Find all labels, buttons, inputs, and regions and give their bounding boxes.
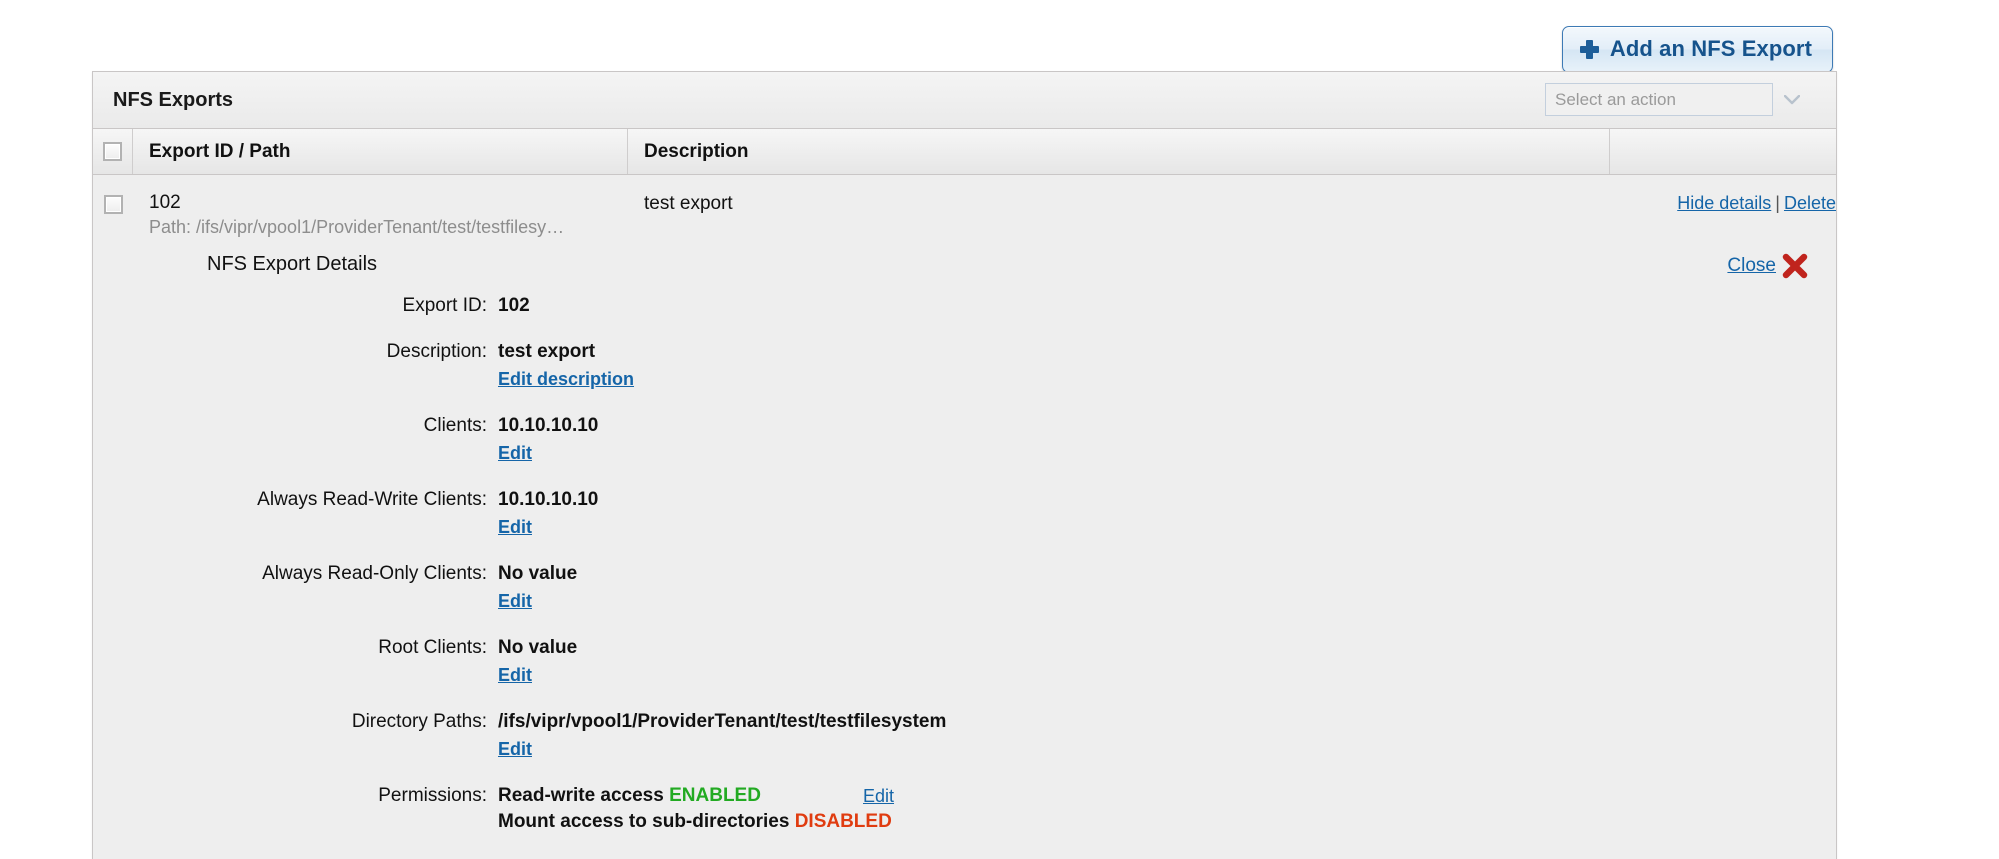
field-label: Description:	[386, 341, 487, 362]
field-permissions: Permissions: Read-write access ENABLED M…	[93, 783, 1836, 835]
field-value-wrap: No value Edit	[498, 561, 1836, 615]
field-value-wrap: 10.10.10.10 Edit	[498, 487, 1836, 541]
field-value: No value	[498, 563, 578, 584]
field-label: Permissions:	[378, 785, 487, 806]
field-label: Always Read-Write Clients:	[257, 489, 487, 510]
permission-read-write: Read-write access ENABLED	[498, 783, 1836, 809]
edit-always-read-only-clients-link[interactable]: Edit	[498, 591, 532, 611]
field-value-wrap: Using custom value of: User : Map root u…	[498, 855, 1836, 859]
column-header-actions	[1610, 129, 1836, 174]
panel-title: NFS Exports	[113, 88, 234, 111]
edit-clients-link[interactable]: Edit	[498, 443, 532, 463]
field-value: 102	[498, 295, 530, 316]
close-link[interactable]: Close	[1727, 255, 1776, 277]
field-value-wrap: /ifs/vipr/vpool1/ProviderTenant/test/tes…	[498, 709, 1836, 763]
row-export-id-cell: 102 Path: /ifs/vipr/vpool1/ProviderTenan…	[133, 191, 628, 239]
field-value: /ifs/vipr/vpool1/ProviderTenant/test/tes…	[498, 711, 947, 732]
nfs-exports-panel: NFS Exports Select an action Export ID /…	[92, 71, 1837, 859]
delete-link[interactable]: Delete	[1784, 193, 1836, 213]
field-label: Map Root User:	[93, 855, 498, 859]
field-value: No value	[498, 637, 578, 658]
field-value: 10.10.10.10	[498, 489, 599, 510]
field-label: Export ID:	[402, 295, 487, 316]
table-header: Export ID / Path Description	[93, 129, 1836, 175]
edit-permissions-link[interactable]: Edit	[863, 786, 894, 806]
edit-line: Edit	[498, 662, 1836, 689]
panel-header: NFS Exports Select an action	[93, 72, 1836, 129]
red-x-icon[interactable]	[1782, 253, 1808, 279]
field-value-wrap: 10.10.10.10 Edit	[498, 413, 1836, 467]
field-value-wrap: No value Edit	[498, 635, 1836, 689]
hide-details-link[interactable]: Hide details	[1677, 193, 1771, 213]
row-checkbox[interactable]	[103, 195, 123, 214]
field-label: Root Clients:	[378, 637, 487, 658]
chevron-down-icon[interactable]	[1773, 83, 1812, 116]
field-directory-paths: Directory Paths: /ifs/vipr/vpool1/Provid…	[93, 709, 1836, 763]
action-separator: |	[1775, 193, 1780, 213]
status-badge-disabled: DISABLED	[794, 811, 892, 832]
page-toolbar: Add an NFS Export	[0, 0, 1999, 73]
row-description: test export	[644, 193, 733, 214]
field-value-wrap: Read-write access ENABLED Mount access t…	[498, 783, 1836, 835]
perm-edit-wrap: Edit	[863, 783, 894, 810]
details-fields: Export ID: 102 Description: test export …	[93, 293, 1836, 859]
field-export-id: Export ID: 102	[93, 293, 1836, 319]
field-map-root-user: Map Root User: Using custom value of: Us…	[93, 855, 1836, 859]
edit-line: Edit description	[498, 366, 1836, 393]
field-label: Directory Paths:	[351, 711, 487, 732]
field-root-clients: Root Clients: No value Edit	[93, 635, 1836, 689]
field-always-read-write-clients: Always Read-Write Clients: 10.10.10.10 E…	[93, 487, 1836, 541]
plus-icon	[1579, 39, 1599, 59]
edit-directory-paths-link[interactable]: Edit	[498, 739, 532, 759]
field-value-wrap: 102	[498, 293, 1836, 319]
edit-line: Edit	[498, 736, 1836, 763]
field-label: Always Read-Only Clients:	[262, 563, 487, 584]
edit-description-link[interactable]: Edit description	[498, 369, 634, 389]
select-an-action-input[interactable]: Select an action	[1545, 83, 1773, 116]
row-export-path: Path: /ifs/vipr/vpool1/ProviderTenant/te…	[149, 217, 565, 237]
edit-root-clients-link[interactable]: Edit	[498, 665, 532, 685]
action-select[interactable]: Select an action	[1545, 83, 1812, 116]
select-all-checkbox[interactable]	[103, 142, 122, 161]
field-description: Description: test export Edit descriptio…	[93, 339, 1836, 393]
nfs-export-details: NFS Export Details Close Export ID: 102	[93, 239, 1836, 859]
column-header-description[interactable]: Description	[628, 129, 1610, 174]
edit-line: Edit	[498, 440, 1836, 467]
edit-always-read-write-clients-link[interactable]: Edit	[498, 517, 532, 537]
row-select-cell	[93, 191, 133, 239]
field-value: test export	[498, 341, 596, 362]
add-nfs-export-button[interactable]: Add an NFS Export	[1561, 26, 1833, 73]
nfs-exports-page: Add an NFS Export NFS Exports Select an …	[0, 0, 1999, 859]
details-header: NFS Export Details Close	[93, 253, 1836, 283]
row-actions-cell: Hide details | Delete	[1610, 191, 1836, 239]
permission-mount-text: Mount access to sub-directories	[498, 811, 790, 832]
column-header-export-id[interactable]: Export ID / Path	[133, 129, 628, 174]
map-root-user-heading: Using custom value of:	[498, 855, 1836, 859]
field-clients: Clients: 10.10.10.10 Edit	[93, 413, 1836, 467]
close-details-button[interactable]: Close	[1727, 253, 1808, 279]
permission-read-write-text: Read-write access	[498, 785, 664, 806]
select-all-header	[93, 129, 133, 174]
field-label: Clients:	[423, 415, 487, 436]
field-always-read-only-clients: Always Read-Only Clients: No value Edit	[93, 561, 1836, 615]
table-row: 102 Path: /ifs/vipr/vpool1/ProviderTenan…	[93, 175, 1836, 239]
field-value-wrap: test export Edit description	[498, 339, 1836, 393]
edit-line: Edit	[498, 514, 1836, 541]
field-value: 10.10.10.10	[498, 415, 599, 436]
edit-line: Edit	[498, 588, 1836, 615]
details-title: NFS Export Details	[207, 253, 378, 275]
row-description-cell: test export	[628, 191, 1610, 239]
permission-mount: Mount access to sub-directories DISABLED	[498, 809, 1836, 835]
add-nfs-export-label: Add an NFS Export	[1609, 36, 1812, 61]
status-badge-enabled: ENABLED	[669, 785, 761, 806]
row-export-id: 102	[149, 192, 181, 213]
